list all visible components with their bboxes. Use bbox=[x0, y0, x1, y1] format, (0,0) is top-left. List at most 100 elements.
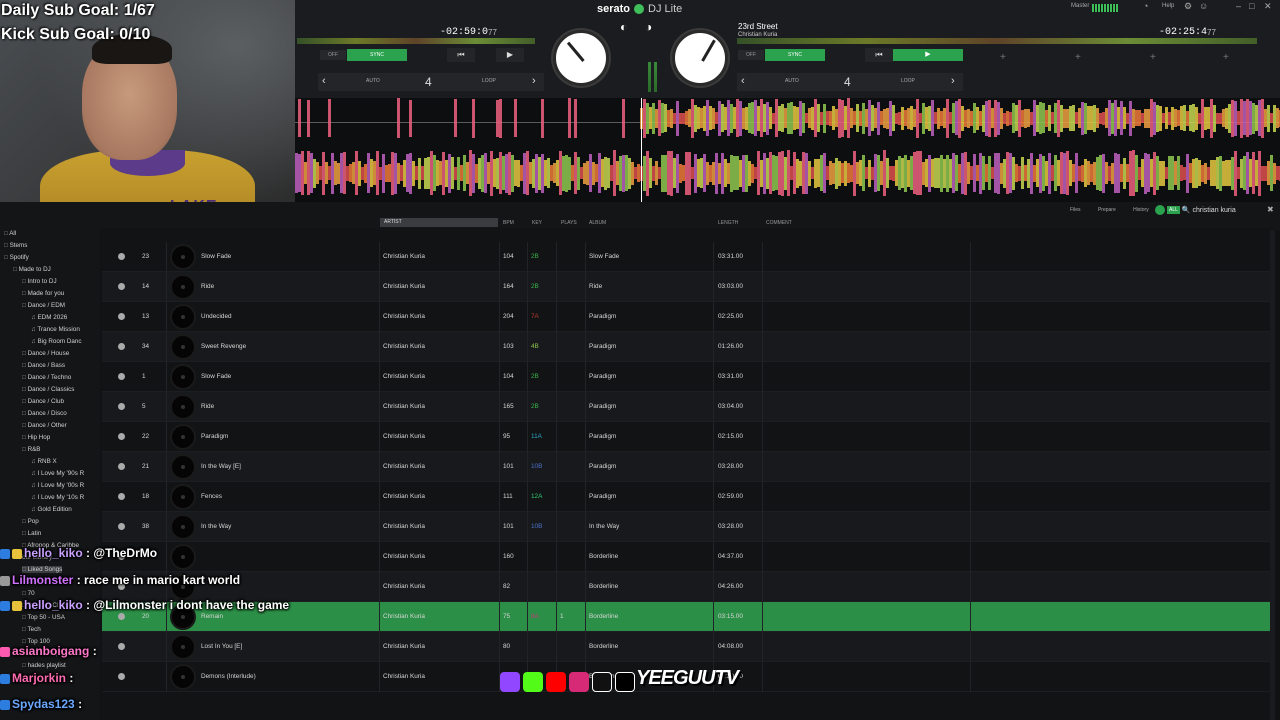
tab-files[interactable]: Files bbox=[1070, 207, 1081, 213]
right-auto-label[interactable]: AUTO bbox=[785, 78, 799, 84]
right-spin-icon[interactable]: ◑ bbox=[645, 20, 652, 34]
right-cue-button[interactable]: ⏮ bbox=[865, 48, 893, 62]
cue-pad-4-plus-icon[interactable]: + bbox=[1223, 52, 1229, 63]
sidebar-item[interactable]: □ Stems bbox=[4, 242, 27, 249]
cue-pad-1-plus-icon[interactable]: + bbox=[1000, 52, 1006, 63]
sidebar-item[interactable]: □ Tech bbox=[22, 626, 41, 633]
search-clear-icon[interactable]: ✖ bbox=[1267, 205, 1274, 214]
left-deck-knob[interactable] bbox=[553, 30, 609, 86]
left-loop-label[interactable]: LOOP bbox=[482, 78, 496, 84]
sidebar-item[interactable]: □ Dance / Disco bbox=[22, 410, 67, 417]
account-icon[interactable]: ☺ bbox=[1199, 1, 1208, 11]
sidebar-item[interactable]: ♫ I Love My '90s R bbox=[31, 470, 84, 477]
table-row[interactable]: 18 Fences Christian Kuria 111 12A Paradigm 02:… bbox=[102, 482, 1275, 512]
column-bpm-header[interactable]: BPM bbox=[503, 220, 514, 226]
sidebar-item[interactable]: □ Dance / Techno bbox=[22, 374, 71, 381]
right-overview-strip[interactable] bbox=[737, 38, 1257, 44]
sidebar-item[interactable]: □ Intro to DJ bbox=[22, 278, 57, 285]
sidebar-item[interactable]: □ Top 50 - USA bbox=[22, 614, 65, 621]
left-spin-icon[interactable]: ◐ bbox=[620, 20, 627, 34]
sidebar-item[interactable]: □ Dance / Classics bbox=[22, 386, 74, 393]
left-sync-button[interactable]: SYNC bbox=[347, 49, 407, 61]
sidebar-item[interactable]: □ Dance / Other bbox=[22, 422, 67, 429]
table-row[interactable]: 14 Ride Christian Kuria 164 2B Ride 03:03.00 bbox=[102, 272, 1275, 302]
column-divider bbox=[762, 482, 763, 512]
left-loop-beats[interactable]: 4 bbox=[425, 75, 432, 89]
sidebar-item[interactable]: □ Spotify bbox=[4, 254, 29, 261]
track-artist: Christian Kuria bbox=[383, 493, 425, 500]
maximize-icon[interactable]: □ bbox=[1249, 1, 1254, 11]
column-artist-header[interactable]: ARTIST bbox=[380, 218, 498, 227]
sidebar-item[interactable]: □ R&B bbox=[22, 446, 41, 453]
right-play-button[interactable]: ▶ bbox=[893, 49, 963, 61]
sidebar-item[interactable]: □ All bbox=[4, 230, 16, 237]
sidebar-item[interactable]: □ 70 bbox=[22, 590, 35, 597]
column-comment-header[interactable]: COMMENT bbox=[766, 220, 792, 226]
chat-username: Spydas123 bbox=[12, 697, 75, 711]
table-row[interactable]: 13 Undecided Christian Kuria 204 7A Paradigm 0… bbox=[102, 302, 1275, 332]
sidebar-item[interactable]: ♫ EDM 2026 bbox=[31, 314, 67, 321]
sidebar-item[interactable]: ♫ Big Room Danc bbox=[31, 338, 82, 345]
sidebar-item[interactable]: □ Liked Songs bbox=[22, 566, 63, 573]
waveform-bar bbox=[409, 100, 412, 137]
table-row[interactable]: 1 Slow Fade Christian Kuria 104 2B Paradigm 03… bbox=[102, 362, 1275, 392]
sidebar-item[interactable]: □ hades playlist bbox=[22, 662, 66, 669]
right-loop-beats[interactable]: 4 bbox=[844, 75, 851, 89]
right-sync-off-button[interactable]: OFF bbox=[738, 50, 764, 60]
column-plays-header[interactable]: PLAYS bbox=[561, 220, 577, 226]
left-waveform[interactable] bbox=[295, 98, 1280, 146]
right-loop-next-icon[interactable]: › bbox=[951, 75, 955, 87]
sidebar-item[interactable]: □ Latin bbox=[22, 530, 41, 537]
table-row[interactable]: 34 Sweet Revenge Christian Kuria 103 4B Parad… bbox=[102, 332, 1275, 362]
sidebar-item[interactable]: ♫ I Love My '10s R bbox=[31, 494, 84, 501]
help-menu[interactable]: Help bbox=[1162, 3, 1174, 9]
table-row[interactable]: 21 In the Way [E] Christian Kuria 101 10B Par… bbox=[102, 452, 1275, 482]
sidebar-item[interactable]: ♫ Gold Edition bbox=[31, 506, 72, 513]
search-box[interactable]: ALL 🔍 christian kuria bbox=[1155, 205, 1275, 217]
right-sync-button[interactable]: SYNC bbox=[765, 49, 825, 61]
search-input[interactable]: christian kuria bbox=[1193, 207, 1236, 214]
sidebar-item[interactable]: □ Hip Hop bbox=[22, 434, 50, 441]
cue-pad-2-plus-icon[interactable]: + bbox=[1075, 52, 1081, 63]
sidebar-item[interactable]: □ Made to DJ bbox=[13, 266, 51, 273]
tab-history[interactable]: History bbox=[1133, 207, 1149, 213]
sidebar-item[interactable]: □ Pop bbox=[22, 518, 39, 525]
tracklist-scrollbar[interactable] bbox=[1270, 230, 1275, 720]
left-overview-strip[interactable] bbox=[297, 38, 535, 44]
table-row[interactable]: Christian Kuria 160 Borderline 04:37.00 bbox=[102, 542, 1275, 572]
column-length-header[interactable]: LENGTH bbox=[718, 220, 738, 226]
sidebar-item[interactable]: □ Dance / Club bbox=[22, 398, 64, 405]
table-row[interactable]: 5 Ride Christian Kuria 165 2B Paradigm 03:04.0… bbox=[102, 392, 1275, 422]
search-all-filter[interactable]: ALL bbox=[1167, 206, 1180, 214]
gear-icon[interactable]: ⚙ bbox=[1184, 1, 1192, 12]
sidebar-item[interactable]: ♫ RNB X bbox=[31, 458, 57, 465]
sidebar-item[interactable]: □ Dance / House bbox=[22, 350, 69, 357]
table-row[interactable]: 22 Paradigm Christian Kuria 95 11A Paradigm 02… bbox=[102, 422, 1275, 452]
tab-prepare[interactable]: Prepare bbox=[1098, 207, 1116, 213]
left-cue-button[interactable]: ⏮ bbox=[447, 48, 475, 62]
right-loop-prev-icon[interactable]: ‹ bbox=[741, 75, 745, 87]
cue-pad-3-plus-icon[interactable]: + bbox=[1150, 52, 1156, 63]
table-row[interactable]: 23 Slow Fade Christian Kuria 104 2B Slow Fade… bbox=[102, 242, 1275, 272]
left-sync-off-button[interactable]: OFF bbox=[320, 50, 346, 60]
sidebar-item[interactable]: ♫ Trance Mission bbox=[31, 326, 80, 333]
left-loop-prev-icon[interactable]: ‹ bbox=[322, 75, 326, 87]
right-waveform[interactable] bbox=[295, 146, 1280, 202]
sidebar-item[interactable]: □ Dance / Bass bbox=[22, 362, 65, 369]
column-divider bbox=[970, 302, 971, 332]
minimize-icon[interactable]: – bbox=[1236, 1, 1241, 11]
left-auto-label[interactable]: AUTO bbox=[366, 78, 380, 84]
sidebar-item[interactable]: □ Made for you bbox=[22, 290, 64, 297]
right-deck-knob[interactable] bbox=[672, 30, 728, 86]
table-row[interactable]: Lost In You [E] Christian Kuria 80 Borderli… bbox=[102, 632, 1275, 662]
sidebar-item[interactable]: □ Dance / EDM bbox=[22, 302, 65, 309]
column-album-header[interactable]: ALBUM bbox=[589, 220, 606, 226]
close-icon[interactable]: ✕ bbox=[1264, 1, 1272, 12]
right-loop-label[interactable]: LOOP bbox=[901, 78, 915, 84]
table-row[interactable]: 38 In the Way Christian Kuria 101 10B In the … bbox=[102, 512, 1275, 542]
record-icon[interactable]: ◔ bbox=[1143, 1, 1148, 11]
sidebar-item[interactable]: ♫ I Love My '00s R bbox=[31, 482, 84, 489]
left-play-button[interactable]: ▶ bbox=[496, 48, 524, 62]
column-key-header[interactable]: KEY bbox=[532, 220, 542, 226]
left-loop-next-icon[interactable]: › bbox=[532, 75, 536, 87]
